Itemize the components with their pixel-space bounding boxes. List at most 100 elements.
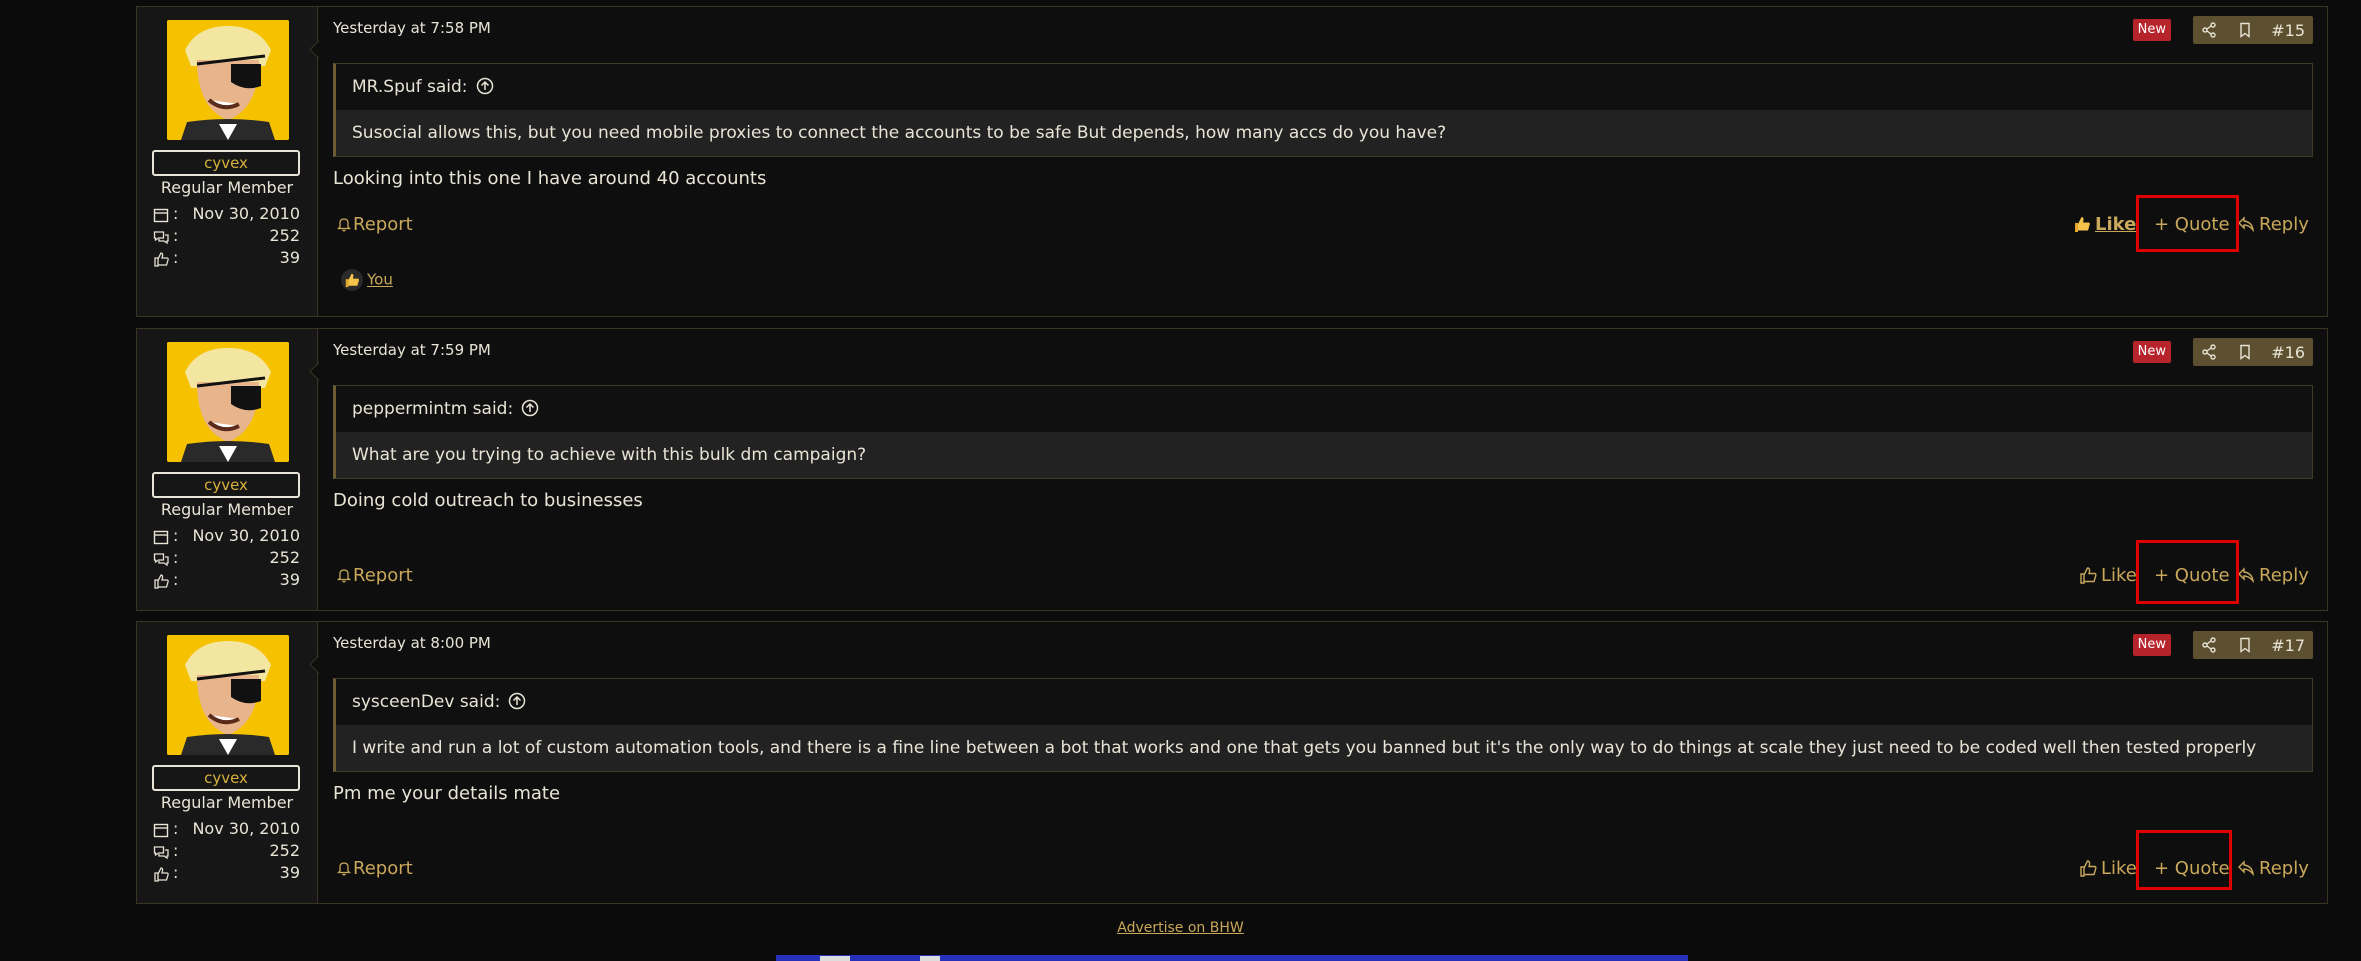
avatar[interactable] <box>167 342 289 462</box>
calendar-icon <box>153 823 169 838</box>
messages-value: 252 <box>269 841 300 860</box>
user-info-panel: cyvex Regular Member : Nov 30, 2010 : 25… <box>137 622 318 903</box>
post-number[interactable]: #16 <box>2271 343 2305 362</box>
messages-icon <box>153 846 169 860</box>
arrow-up-circle-icon[interactable] <box>508 692 526 710</box>
new-badge: New <box>2132 341 2171 363</box>
avatar[interactable] <box>167 635 289 755</box>
post-content: Yesterday at 7:59 PM New #16 peppermintm… <box>333 329 2313 610</box>
username[interactable]: cyvex <box>152 765 300 791</box>
reply-button[interactable]: Reply <box>2237 854 2309 884</box>
calendar-icon <box>153 530 169 545</box>
advertise-link[interactable]: Advertise on BHW <box>0 920 2361 936</box>
share-icon[interactable] <box>2201 637 2217 653</box>
reply-label: Reply <box>2259 565 2309 586</box>
calendar-icon <box>153 208 169 223</box>
joined-stat: : Nov 30, 2010 <box>153 526 300 548</box>
quote-author[interactable]: sysceenDev said: <box>352 692 500 712</box>
joined-value: Nov 30, 2010 <box>192 819 300 838</box>
bell-icon <box>336 569 352 583</box>
quote-block: peppermintm said: What are you trying to… <box>333 385 2313 479</box>
bookmark-icon[interactable] <box>2237 344 2253 360</box>
quote-author[interactable]: MR.Spuf said: <box>352 77 468 97</box>
highlight-box <box>2136 195 2239 252</box>
reply-button[interactable]: Reply <box>2237 561 2309 591</box>
post-number[interactable]: #15 <box>2271 21 2305 40</box>
avatar-image <box>167 342 289 462</box>
messages-stat: : 252 <box>153 226 300 248</box>
highlight-box <box>2136 830 2232 890</box>
like-reaction-icon <box>341 269 363 291</box>
username[interactable]: cyvex <box>152 472 300 498</box>
post-number[interactable]: #17 <box>2271 636 2305 655</box>
report-button[interactable]: Report <box>336 858 413 879</box>
post-actions: #15 <box>2193 16 2313 44</box>
quote-author[interactable]: peppermintm said: <box>352 399 513 419</box>
bell-icon <box>336 218 352 232</box>
reaction-user[interactable]: You <box>367 271 393 289</box>
quote-block: MR.Spuf said: Susocial allows this, but … <box>333 63 2313 157</box>
share-icon[interactable] <box>2201 344 2217 360</box>
reactions-value: 39 <box>279 863 300 882</box>
thumbs-up-icon <box>2080 860 2097 877</box>
messages-stat: : 252 <box>153 548 300 570</box>
like-label: Like <box>2101 858 2137 879</box>
arrow-up-circle-icon[interactable] <box>521 399 539 417</box>
post-date[interactable]: Yesterday at 7:59 PM <box>333 341 491 359</box>
bookmark-icon[interactable] <box>2237 637 2253 653</box>
new-badge: New <box>2132 634 2171 656</box>
report-button[interactable]: Report <box>336 214 413 235</box>
post-content: Yesterday at 8:00 PM New #17 sysceenDev … <box>333 622 2313 903</box>
reply-icon <box>2238 567 2255 584</box>
like-button[interactable]: Like <box>2079 854 2137 884</box>
messages-value: 252 <box>269 226 300 245</box>
post-message: Pm me your details mate <box>333 783 561 804</box>
thumbs-up-icon <box>154 867 169 882</box>
messages-stat: : 252 <box>153 841 300 863</box>
post-message: Doing cold outreach to businesses <box>333 490 643 511</box>
new-badge: New <box>2132 19 2171 41</box>
messages-icon <box>153 553 169 567</box>
reactions-value: 39 <box>279 570 300 589</box>
bookmark-icon[interactable] <box>2237 22 2253 38</box>
messages-value: 252 <box>269 548 300 567</box>
report-button[interactable]: Report <box>336 565 413 586</box>
thumbs-up-icon <box>154 252 169 267</box>
like-label: Like <box>2101 565 2137 586</box>
arrow-up-circle-icon[interactable] <box>476 77 494 95</box>
quote-text: Susocial allows this, but you need mobil… <box>336 110 2312 156</box>
highlight-box <box>2136 540 2239 604</box>
avatar[interactable] <box>167 20 289 140</box>
like-label: Like <box>2095 214 2137 235</box>
reactions-stat: : 39 <box>153 570 300 592</box>
like-button[interactable]: Like <box>2073 210 2136 240</box>
bell-icon <box>336 862 352 876</box>
user-title: Regular Member <box>160 178 294 197</box>
user-info-panel: cyvex Regular Member : Nov 30, 2010 : 25… <box>137 329 318 610</box>
reply-label: Reply <box>2259 214 2309 235</box>
report-label: Report <box>353 214 413 235</box>
post-15: cyvex Regular Member : Nov 30, 2010 : 25… <box>136 6 2328 317</box>
reaction-list: You <box>341 269 393 291</box>
joined-value: Nov 30, 2010 <box>192 204 300 223</box>
thumbs-up-icon <box>2080 567 2097 584</box>
post-actions: #17 <box>2193 631 2313 659</box>
joined-stat: : Nov 30, 2010 <box>153 819 300 841</box>
quote-text: I write and run a lot of custom automati… <box>336 725 2312 771</box>
username[interactable]: cyvex <box>152 150 300 176</box>
post-date[interactable]: Yesterday at 7:58 PM <box>333 19 491 37</box>
avatar-image <box>167 20 289 140</box>
thumbs-up-icon <box>154 574 169 589</box>
share-icon[interactable] <box>2201 22 2217 38</box>
joined-value: Nov 30, 2010 <box>192 526 300 545</box>
joined-stat: : Nov 30, 2010 <box>153 204 300 226</box>
ad-banner-strip[interactable] <box>776 955 1688 961</box>
messages-icon <box>153 231 169 245</box>
post-actions: #16 <box>2193 338 2313 366</box>
post-date[interactable]: Yesterday at 8:00 PM <box>333 634 491 652</box>
post-content: Yesterday at 7:58 PM New #15 MR.Spuf sai… <box>333 7 2313 316</box>
reactions-stat: : 39 <box>153 248 300 270</box>
reactions-stat: : 39 <box>153 863 300 885</box>
like-button[interactable]: Like <box>2079 561 2137 591</box>
reply-button[interactable]: Reply <box>2237 210 2309 240</box>
